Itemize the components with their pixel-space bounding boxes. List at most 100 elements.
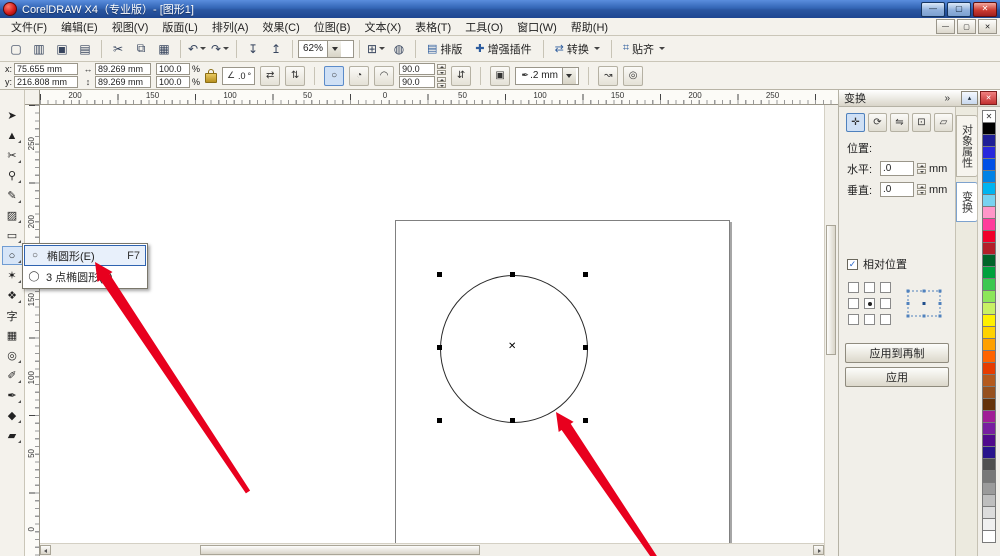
relative-position-checkbox[interactable]: ✓: [847, 258, 858, 270]
docker-tab-object-properties[interactable]: 对象属性: [955, 115, 978, 177]
basic-shapes-tool[interactable]: ❖: [2, 286, 23, 305]
anchor-checkbox-3[interactable]: [880, 282, 891, 293]
selection-handle[interactable]: [437, 418, 442, 423]
anchor-checkbox-8[interactable]: [864, 314, 875, 325]
eyedropper-tool[interactable]: ✐: [2, 366, 23, 385]
menu-item-8[interactable]: 文本(X): [357, 17, 408, 37]
save-button[interactable]: ▣: [51, 38, 73, 60]
anchor-checkbox-2[interactable]: [864, 282, 875, 293]
close-button[interactable]: ✕: [973, 1, 997, 17]
vertical-ruler[interactable]: 250 200 150 100 50 0: [25, 105, 40, 556]
menu-item-3[interactable]: 视图(V): [105, 17, 156, 37]
selection-handle[interactable]: [510, 272, 515, 277]
interactive-blend-tool[interactable]: ◎: [2, 346, 23, 365]
swap-arc-direction-button[interactable]: ⇵: [451, 65, 472, 86]
arc-mode-button[interactable]: ◠: [374, 65, 395, 86]
docker-chevron-icon[interactable]: »: [944, 93, 950, 104]
y-position-field[interactable]: 216.808 mm: [14, 76, 78, 88]
minimize-button[interactable]: —: [921, 1, 945, 17]
menu-item-10[interactable]: 工具(O): [458, 17, 510, 37]
menu-item-2[interactable]: 编辑(E): [54, 17, 105, 37]
horizontal-spinner[interactable]: [917, 163, 926, 174]
rotation-field[interactable]: ∠ .0 °: [222, 66, 256, 85]
crop-tool[interactable]: ✂: [2, 146, 23, 165]
selection-handle[interactable]: [583, 345, 588, 350]
rotate-tab[interactable]: ⟳: [868, 113, 887, 132]
zoom-level-combobox[interactable]: 62%: [298, 39, 354, 58]
selection-handle[interactable]: [437, 345, 442, 350]
arc-end-field[interactable]: 90.0: [399, 76, 436, 88]
color-swatch[interactable]: [982, 530, 996, 543]
pick-tool[interactable]: ➤: [2, 106, 23, 125]
position-tab[interactable]: ✛: [846, 113, 865, 132]
width-field[interactable]: 89.269 mm: [95, 63, 151, 75]
outline-width-combobox[interactable]: ✒ .2 mm: [515, 66, 580, 85]
snap-button[interactable]: ⌗ 贴齐: [617, 39, 671, 59]
menu-item-12[interactable]: 帮助(H): [564, 17, 615, 37]
horizontal-input[interactable]: .0: [880, 161, 914, 176]
pie-mode-button[interactable]: ◔: [349, 65, 370, 86]
ruler-origin-button[interactable]: [25, 90, 40, 105]
fill-tool[interactable]: ◆: [2, 406, 23, 425]
flyout-item-2[interactable]: ◯ 3 点椭圆形(3): [24, 266, 146, 287]
scale-v-field[interactable]: 100.0: [156, 76, 190, 88]
interactive-fill-tool[interactable]: ▰: [2, 426, 23, 445]
docker-close-button[interactable]: ✕: [980, 91, 997, 105]
print-button[interactable]: ▤: [74, 38, 96, 60]
freehand-tool[interactable]: ✎: [2, 186, 23, 205]
docker-rollup-button[interactable]: ▴: [961, 91, 978, 105]
skew-tab[interactable]: ▱: [934, 113, 953, 132]
anchor-checkbox-7[interactable]: [848, 314, 859, 325]
arc-start-spinner[interactable]: [437, 63, 447, 75]
selection-handle[interactable]: [510, 418, 515, 423]
menu-item-7[interactable]: 位图(B): [307, 17, 358, 37]
text-tool[interactable]: 字: [2, 306, 23, 325]
polygon-tool[interactable]: ✶: [2, 266, 23, 285]
selection-handle[interactable]: [583, 418, 588, 423]
drawing-canvas[interactable]: ✕: [40, 105, 824, 556]
vertical-spinner[interactable]: [917, 184, 926, 195]
ellipse-mode-button[interactable]: ○: [324, 65, 345, 86]
mirror-vertical-button[interactable]: ⇅: [285, 65, 306, 86]
scroll-left-icon[interactable]: [40, 545, 51, 555]
import-button[interactable]: ↧: [242, 38, 264, 60]
undo-button[interactable]: ↶: [186, 38, 208, 60]
rectangle-tool[interactable]: ▭: [2, 226, 23, 245]
anchor-checkbox-1[interactable]: [848, 282, 859, 293]
smart-fill-tool[interactable]: ▨: [2, 206, 23, 225]
lock-ratio-button[interactable]: [205, 69, 218, 83]
anchor-checkbox-5[interactable]: [864, 298, 875, 309]
cut-button[interactable]: ✂: [107, 38, 129, 60]
maximize-button[interactable]: ▢: [947, 1, 971, 17]
vertical-input[interactable]: .0: [880, 182, 914, 197]
selection-handle[interactable]: [583, 272, 588, 277]
text-wrap-button[interactable]: ▣: [490, 65, 511, 86]
flyout-item-1[interactable]: ○ 椭圆形(E) F7: [24, 245, 146, 266]
selection-handle[interactable]: [437, 272, 442, 277]
corel-online-button[interactable]: ◍: [388, 38, 410, 60]
horizontal-ruler[interactable]: 20015010050050100150200250300: [40, 90, 857, 105]
height-field[interactable]: 89.269 mm: [95, 76, 151, 88]
close-document-button[interactable]: ✕: [978, 19, 997, 34]
horizontal-scrollbar[interactable]: [40, 543, 824, 556]
menu-item-5[interactable]: 排列(A): [205, 17, 256, 37]
menu-item-11[interactable]: 窗口(W): [510, 17, 564, 37]
docker-tab-transform[interactable]: 变换: [955, 182, 978, 222]
menu-item-9[interactable]: 表格(T): [408, 17, 458, 37]
dropdown-arrow-icon[interactable]: [327, 40, 342, 57]
scale-h-field[interactable]: 100.0: [156, 63, 190, 75]
anchor-checkbox-9[interactable]: [880, 314, 891, 325]
anchor-checkbox-4[interactable]: [848, 298, 859, 309]
new-document-button[interactable]: ▢: [5, 38, 27, 60]
arc-end-spinner[interactable]: [437, 76, 447, 88]
apply-to-duplicate-button[interactable]: 应用到再制: [845, 343, 949, 363]
export-button[interactable]: ↥: [265, 38, 287, 60]
vertical-scrollbar[interactable]: [824, 105, 838, 556]
minimize-document-button[interactable]: —: [936, 19, 955, 34]
menu-item-4[interactable]: 版面(L): [155, 17, 204, 37]
dropdown-arrow-icon[interactable]: [561, 67, 576, 84]
convert-to-curves-button[interactable]: ↝: [598, 65, 619, 86]
outline-pen-tool[interactable]: ✒: [2, 386, 23, 405]
size-tab[interactable]: ⊡: [912, 113, 931, 132]
copy-button[interactable]: ⧉: [130, 38, 152, 60]
